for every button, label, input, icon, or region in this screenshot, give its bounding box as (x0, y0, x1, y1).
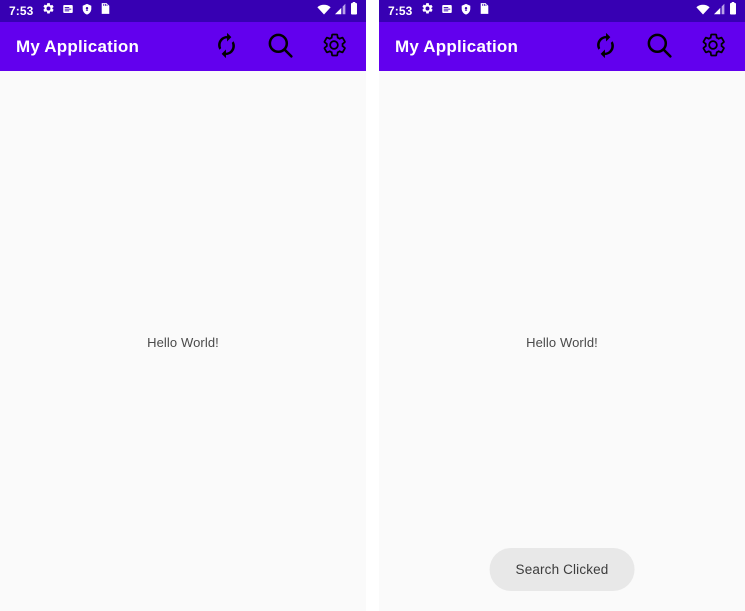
notes-icon (441, 2, 453, 20)
toolbar-actions (204, 25, 356, 69)
shield-icon (81, 2, 93, 20)
screen-content: Hello World! (0, 71, 366, 611)
settings-action-button[interactable] (312, 25, 356, 69)
refresh-icon (213, 32, 240, 62)
status-bar: 7:53 (0, 0, 366, 22)
app-toolbar: My Application (0, 22, 366, 71)
sd-card-icon (479, 2, 490, 20)
phone-screen-initial: 7:53 My Application Hello World! (0, 0, 366, 611)
settings-action-button[interactable] (691, 25, 735, 69)
refresh-action-button[interactable] (204, 25, 248, 69)
hello-world-text: Hello World! (526, 335, 598, 350)
toast-message: Search Clicked (489, 548, 635, 591)
status-bar: 7:53 (379, 0, 745, 22)
search-icon (645, 31, 674, 63)
search-icon (266, 31, 295, 63)
gear-icon (699, 31, 727, 62)
status-bar-notification-icons (42, 2, 111, 20)
refresh-action-button[interactable] (583, 25, 627, 69)
sd-card-icon (100, 2, 111, 20)
toolbar-actions (583, 25, 735, 69)
screenshot-pair: 7:53 My Application Hello World! 7:53 My… (0, 0, 745, 611)
app-title: My Application (16, 36, 140, 56)
notes-icon (62, 2, 74, 20)
cellular-signal-icon (713, 2, 726, 20)
shield-icon (460, 2, 472, 20)
search-action-button[interactable] (258, 25, 302, 69)
wifi-icon (317, 2, 331, 20)
status-bar-time: 7:53 (388, 4, 413, 18)
screen-content: Hello World! Search Clicked (379, 71, 745, 611)
search-action-button[interactable] (637, 25, 681, 69)
cellular-signal-icon (334, 2, 347, 20)
status-bar-time: 7:53 (9, 4, 34, 18)
refresh-icon (592, 32, 619, 62)
screen-divider (366, 0, 379, 611)
battery-icon (350, 2, 358, 20)
gear-icon (320, 31, 348, 62)
hello-world-text: Hello World! (147, 335, 219, 350)
status-bar-system-icons (696, 2, 737, 20)
battery-icon (729, 2, 737, 20)
gear-icon (421, 2, 434, 20)
status-bar-system-icons (317, 2, 358, 20)
gear-icon (42, 2, 55, 20)
app-title: My Application (395, 36, 519, 56)
phone-screen-search-clicked: 7:53 My Application Hello World! Search … (379, 0, 745, 611)
app-toolbar: My Application (379, 22, 745, 71)
wifi-icon (696, 2, 710, 20)
status-bar-notification-icons (421, 2, 490, 20)
